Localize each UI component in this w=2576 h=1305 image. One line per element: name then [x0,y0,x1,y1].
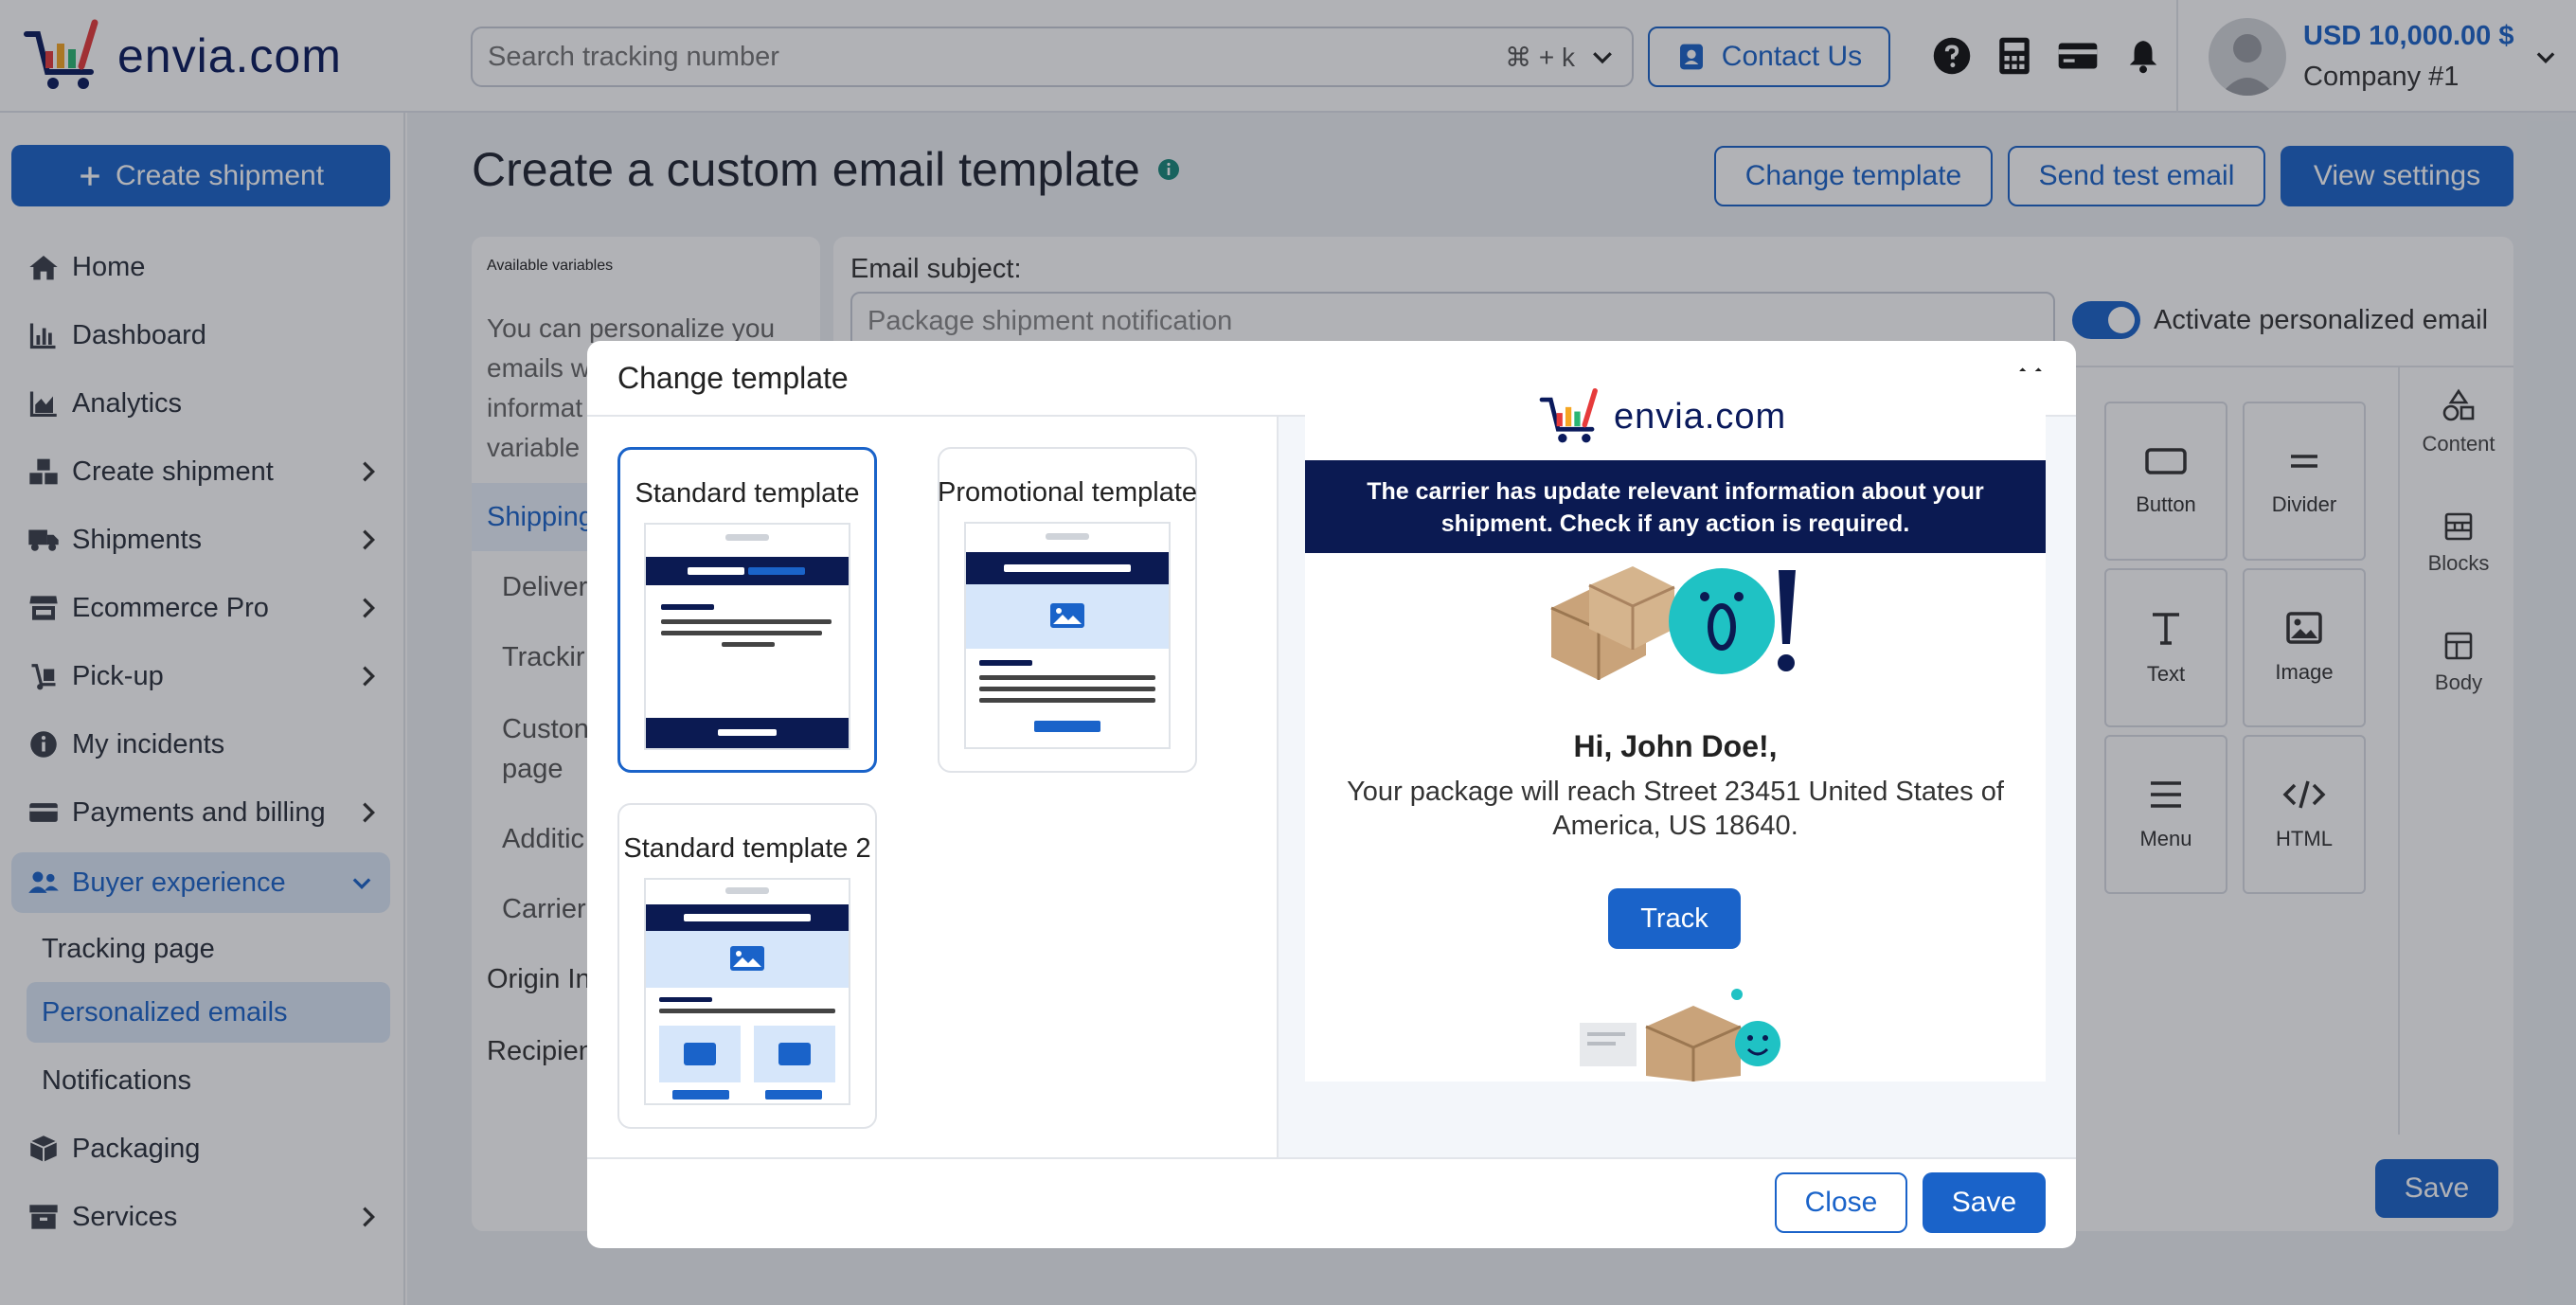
template-list: Standard template Promotional template S… [587,417,1277,1157]
preview-banner: The carrier has update relevant informat… [1305,460,2046,553]
preview-greeting: Hi, John Doe!, [1573,729,1778,763]
template-card-standard-2[interactable]: Standard template 2 [617,803,877,1129]
track-button[interactable]: Track [1608,888,1741,949]
template-thumbnail-image [646,534,849,748]
modal-title: Change template [617,360,849,395]
template-thumbnail-image [966,533,1169,732]
template-thumbnail [964,522,1171,749]
template-thumbnail-image [646,887,849,1099]
email-preview: envia.com The carrier has update relevan… [1305,371,2046,1082]
template-card-label: Standard template 2 [623,833,871,864]
template-card-promotional[interactable]: Promotional template [938,447,1197,773]
template-thumbnail [644,523,850,750]
preview-body-text: Your package will reach Street 23451 Uni… [1347,777,2004,841]
template-thumbnail [644,878,850,1105]
change-template-modal: Change template Standard template Promot… [587,341,2076,1248]
modal-close-button[interactable]: Close [1775,1172,1907,1233]
surprised-package-illustration [1550,566,1796,680]
delivered-package-illustration [1580,989,1780,1082]
modal-save-button[interactable]: Save [1923,1172,2046,1233]
template-card-label: Promotional template [937,477,1198,508]
preview-brand-name: envia.com [1614,396,1787,437]
cart-logo-icon [1539,387,1598,443]
preview-logo: envia.com [1538,386,1786,447]
template-card-standard[interactable]: Standard template [617,447,877,773]
template-card-label: Standard template [635,478,860,509]
